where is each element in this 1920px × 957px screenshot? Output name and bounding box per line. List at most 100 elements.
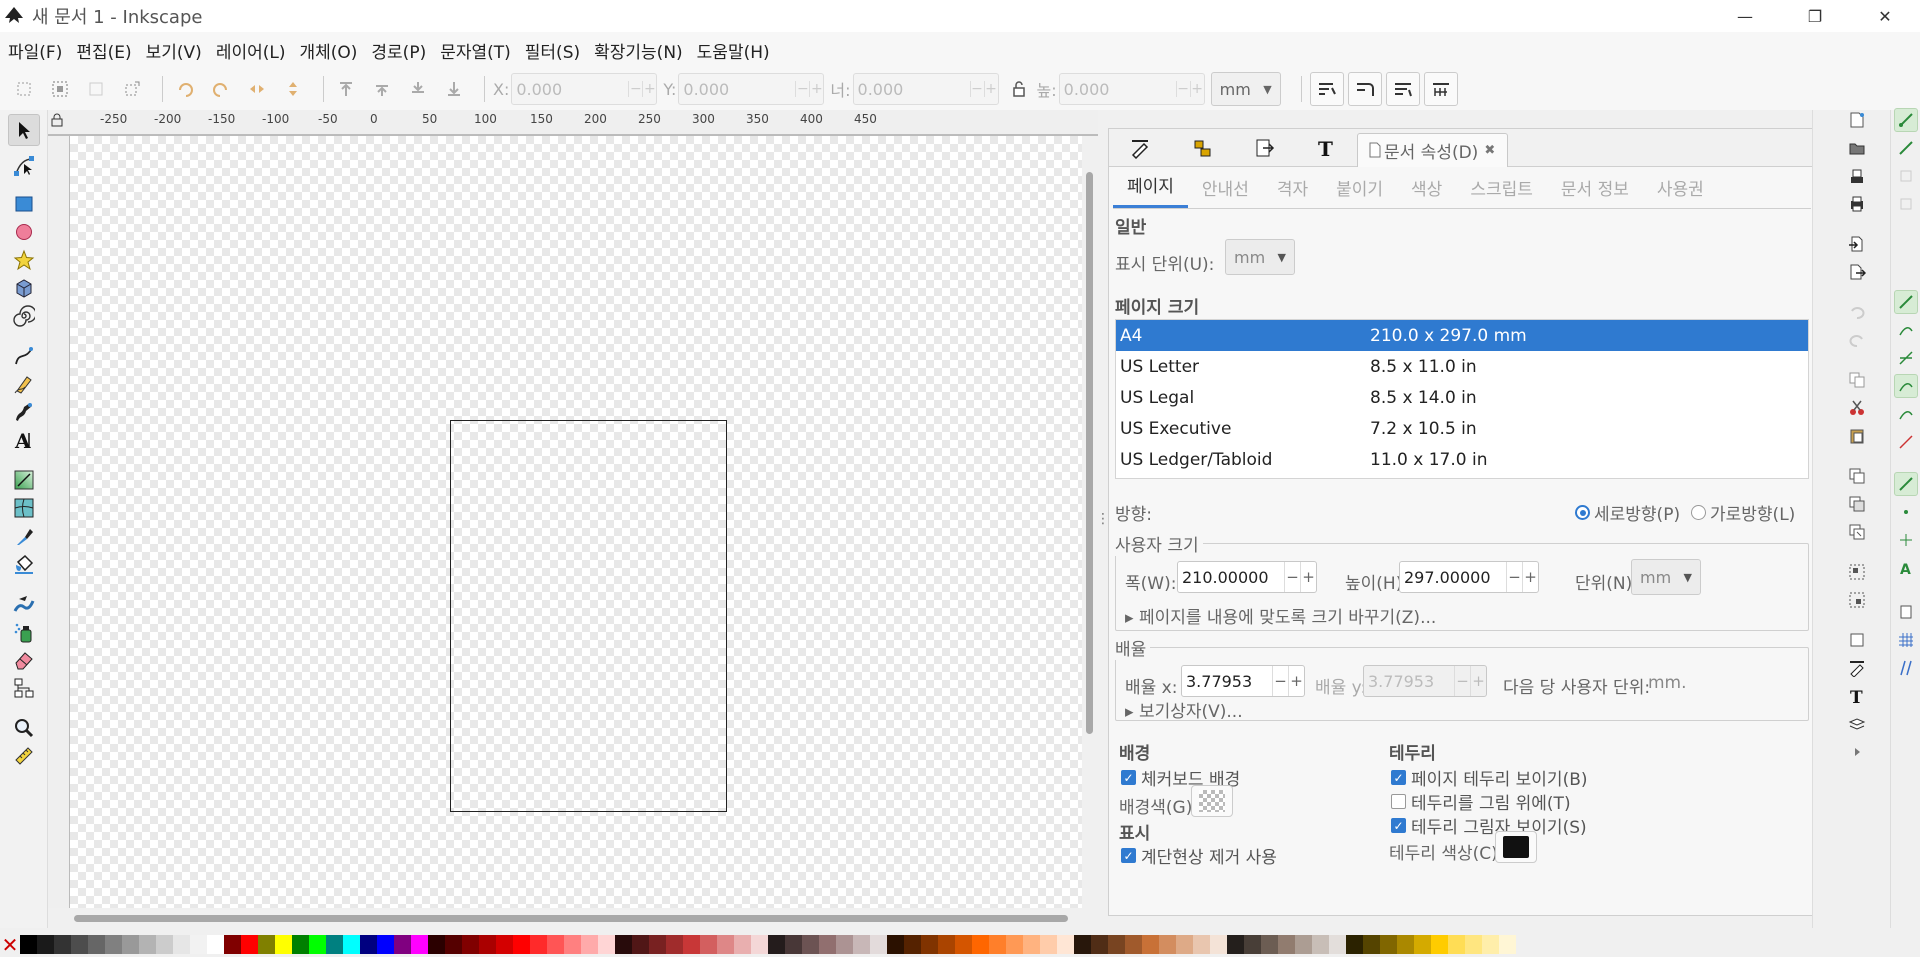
y-field[interactable]: 0.000− + <box>678 73 825 105</box>
show-border-checkbox[interactable]: ✓ 페이지 테두리 보이기(B) <box>1391 765 1588 790</box>
palette-swatch[interactable] <box>394 935 411 954</box>
palette-swatch[interactable] <box>428 935 445 954</box>
subtab-color[interactable]: 색상 <box>1397 175 1456 208</box>
page-width-field[interactable]: 210.00000− + <box>1177 561 1317 593</box>
rotate-cw-icon[interactable] <box>207 75 235 103</box>
export-icon[interactable] <box>1845 260 1869 284</box>
viewbox-expander[interactable]: ▸ 보기상자(V)... <box>1125 697 1243 722</box>
palette-swatch[interactable] <box>309 935 326 954</box>
palette-swatch[interactable] <box>1176 935 1193 954</box>
subtab-grids[interactable]: 격자 <box>1263 175 1322 208</box>
ruler-lock-icon[interactable] <box>50 112 64 127</box>
background-color-button[interactable] <box>1191 785 1233 817</box>
palette-swatch[interactable] <box>292 935 309 954</box>
palette-swatch[interactable] <box>139 935 156 954</box>
close-tab-icon[interactable]: ✖ <box>1484 143 1495 158</box>
palette-swatch[interactable] <box>649 935 666 954</box>
palette-swatch[interactable] <box>717 935 734 954</box>
menu-view[interactable]: 보기(V) <box>146 34 202 67</box>
snap-others-icon[interactable] <box>1894 472 1918 496</box>
portrait-radio[interactable]: 세로방향(P) <box>1575 500 1680 525</box>
palette-swatch[interactable] <box>1108 935 1125 954</box>
import-icon[interactable] <box>1845 232 1869 256</box>
document-properties-tab[interactable]: 문서 속성(D) ✖ <box>1357 132 1509 167</box>
snap-centers-icon[interactable] <box>1894 500 1918 524</box>
palette-swatch[interactable] <box>1465 935 1482 954</box>
menu-file[interactable]: 파일(F) <box>8 34 62 67</box>
palette-swatch[interactable] <box>122 935 139 954</box>
snap-smooth-nodes-icon[interactable] <box>1894 402 1918 426</box>
palette-swatch[interactable] <box>1159 935 1176 954</box>
group-icon[interactable] <box>1845 560 1869 584</box>
open-icon[interactable] <box>1845 136 1869 160</box>
palette-swatch[interactable] <box>326 935 343 954</box>
scale-y-field[interactable]: 3.77953− + <box>1363 665 1487 697</box>
selector-tool-icon[interactable] <box>8 114 40 146</box>
palette-swatch[interactable] <box>921 935 938 954</box>
palette-swatch[interactable] <box>870 935 887 954</box>
snap-paths-icon[interactable] <box>1894 318 1918 342</box>
minimize-button[interactable]: — <box>1710 0 1780 32</box>
paste-icon[interactable] <box>1845 424 1869 448</box>
palette-swatch[interactable] <box>1261 935 1278 954</box>
palette-swatch[interactable] <box>1210 935 1227 954</box>
page-units-select[interactable]: mm ▼ <box>1631 559 1701 595</box>
snap-grids-icon[interactable] <box>1894 628 1918 652</box>
new-document-icon[interactable] <box>1845 108 1869 132</box>
palette-swatch[interactable] <box>1244 935 1261 954</box>
palette-swatch[interactable] <box>1040 935 1057 954</box>
palette-swatch[interactable] <box>37 935 54 954</box>
snap-bbox-edges-icon[interactable] <box>1894 164 1918 188</box>
snap-midpoints-icon[interactable] <box>1894 430 1918 454</box>
palette-swatch[interactable] <box>530 935 547 954</box>
align-distribute-tab-icon[interactable] <box>1171 129 1233 167</box>
transform-patterns-icon[interactable] <box>1423 72 1458 106</box>
duplicate-icon[interactable] <box>1845 464 1869 488</box>
palette-swatch[interactable] <box>666 935 683 954</box>
scale-x-field[interactable]: 3.77953− + <box>1181 665 1305 697</box>
palette-swatch[interactable] <box>156 935 173 954</box>
palette-swatch[interactable] <box>887 935 904 954</box>
palette-swatch[interactable] <box>224 935 241 954</box>
flip-vertical-icon[interactable] <box>279 75 307 103</box>
palette-swatch[interactable] <box>343 935 360 954</box>
deselect-icon[interactable] <box>82 75 110 103</box>
scale-stroke-icon[interactable] <box>1309 72 1344 106</box>
list-item[interactable]: A4 210.0 x 297.0 mm <box>1116 320 1808 351</box>
menu-object[interactable]: 개체(O) <box>299 34 357 67</box>
fill-stroke-tab-icon[interactable] <box>1109 129 1171 167</box>
palette-swatch[interactable] <box>1414 935 1431 954</box>
border-on-top-checkbox[interactable]: 테두리를 그림 위에(T) <box>1391 789 1571 814</box>
palette-swatch[interactable] <box>1142 935 1159 954</box>
width-field[interactable]: 0.000− + <box>852 73 999 105</box>
palette-swatch[interactable] <box>360 935 377 954</box>
palette-swatch[interactable] <box>615 935 632 954</box>
palette-swatch[interactable] <box>1227 935 1244 954</box>
palette-swatch[interactable] <box>853 935 870 954</box>
select-all-layers-icon[interactable] <box>46 75 74 103</box>
palette-swatch[interactable] <box>836 935 853 954</box>
fill-stroke-icon[interactable] <box>1845 656 1869 680</box>
border-shadow-checkbox[interactable]: ✓ 테두리 그림자 보이기(S) <box>1391 813 1587 838</box>
print-icon[interactable] <box>1845 192 1869 216</box>
subtab-guides[interactable]: 안내선 <box>1188 175 1263 208</box>
palette-swatch[interactable] <box>598 935 615 954</box>
palette-swatch[interactable] <box>462 935 479 954</box>
vertical-ruler[interactable] <box>48 136 70 908</box>
horizontal-ruler[interactable]: -250 -200 -150 -100 -50 0 50 100 150 200… <box>48 110 1098 136</box>
palette-swatch[interactable] <box>513 935 530 954</box>
palette-swatch[interactable] <box>20 935 37 954</box>
palette-swatch[interactable] <box>564 935 581 954</box>
palette-swatch[interactable] <box>1482 935 1499 954</box>
snap-cusp-nodes-icon[interactable] <box>1894 374 1918 398</box>
menu-filters[interactable]: 필터(S) <box>525 34 580 67</box>
palette-swatch[interactable] <box>377 935 394 954</box>
text-tool-icon[interactable]: A <box>8 424 40 456</box>
layers-icon[interactable] <box>1845 712 1869 736</box>
palette-swatch[interactable] <box>955 935 972 954</box>
palette-swatch[interactable] <box>71 935 88 954</box>
snap-bbox-corners-icon[interactable] <box>1894 192 1918 216</box>
undo-icon[interactable] <box>1845 300 1869 324</box>
border-color-button[interactable] <box>1495 831 1537 863</box>
subtab-metadata[interactable]: 문서 정보 <box>1547 175 1643 208</box>
